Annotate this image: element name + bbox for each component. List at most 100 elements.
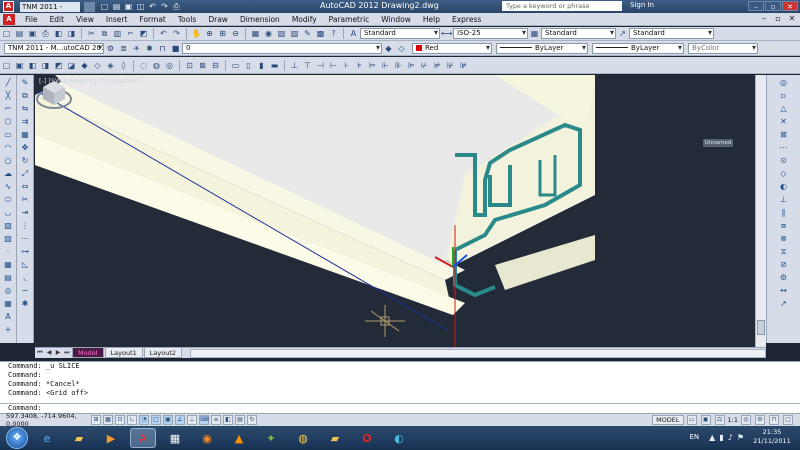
hidden-icon[interactable]: ▯ [243, 60, 254, 71]
vlc-icon[interactable]: ▲ [226, 428, 252, 448]
ucs-3point-icon[interactable]: ⊪ [393, 60, 404, 71]
mtext-icon[interactable]: A [3, 311, 14, 322]
close-icon[interactable]: ✕ [782, 1, 798, 11]
ucs-zaxis-icon[interactable]: ⊩ [380, 60, 391, 71]
free-orbit-icon[interactable]: ◍ [151, 60, 162, 71]
menu-view[interactable]: View [70, 15, 100, 24]
chamfer-icon[interactable]: ◺ [20, 259, 31, 270]
object-snap-tracking-icon[interactable]: ∠ [175, 415, 185, 425]
tab-layout1[interactable]: Layout1 [104, 348, 143, 358]
freeze-icon[interactable]: ✱ [144, 43, 155, 54]
menu-dimension[interactable]: Dimension [234, 15, 286, 24]
walk-icon[interactable]: ⊠ [197, 60, 208, 71]
snap-mode-icon[interactable]: ▦ [103, 415, 113, 425]
mirror-icon[interactable]: ⇋ [20, 103, 31, 114]
view-top-icon[interactable]: ▢ [1, 60, 12, 71]
tab-model[interactable]: Model [72, 348, 104, 358]
horizontal-scrollbar[interactable] [190, 348, 766, 358]
erase-icon[interactable]: ✎ [20, 77, 31, 88]
dynamic-ucs-icon[interactable]: ⊥ [187, 415, 197, 425]
ucs-menu-button[interactable]: Unnamed [703, 139, 733, 147]
viewcube-icon[interactable] [35, 75, 73, 113]
block-editor-icon[interactable]: ◩ [138, 28, 149, 39]
view-back-icon[interactable]: ◪ [66, 60, 77, 71]
blend-icon[interactable]: ∽ [20, 285, 31, 296]
media-app-icon[interactable]: ◐ [386, 428, 412, 448]
layer-previous-icon[interactable]: ◇ [396, 43, 407, 54]
extend-icon[interactable]: ⇥ [20, 207, 31, 218]
view-left-icon[interactable]: ◧ [27, 60, 38, 71]
start-button-icon[interactable]: ❖ [6, 427, 28, 449]
copy-object-icon[interactable]: ⧉ [20, 90, 31, 101]
fly-icon[interactable]: ⊟ [210, 60, 221, 71]
polyline-icon[interactable]: ⌐ [3, 103, 14, 114]
ucs-previous-icon[interactable]: ⊣ [315, 60, 326, 71]
layer-properties-icon[interactable]: ≣ [118, 43, 129, 54]
snap-insert-icon[interactable]: ⧈ [778, 220, 789, 231]
explorer-folder-icon[interactable]: ▰ [66, 428, 92, 448]
ucs-y-icon[interactable]: ⊬ [419, 60, 430, 71]
table-icon[interactable]: ▦ [3, 298, 14, 309]
ellipse-arc-icon[interactable]: ◡ [3, 207, 14, 218]
nw-iso-icon[interactable]: ◊ [118, 60, 129, 71]
selection-cycling-icon[interactable]: ↻ [247, 415, 257, 425]
zoom-realtime-icon[interactable]: ⊕ [204, 28, 215, 39]
menu-modify[interactable]: Modify [286, 15, 323, 24]
spline-icon[interactable]: ∿ [3, 181, 14, 192]
ucs-x-icon[interactable]: ⊫ [406, 60, 417, 71]
menu-express[interactable]: Express [446, 15, 487, 24]
tab-layout2[interactable]: Layout2 [143, 348, 182, 358]
snap-apparent-icon[interactable]: ⊠ [778, 129, 789, 140]
camera-icon[interactable]: ⊡ [184, 60, 195, 71]
new-icon[interactable]: ▢ [99, 2, 110, 12]
network-icon[interactable]: ▮ [719, 433, 723, 442]
menu-parametric[interactable]: Parametric [323, 15, 376, 24]
rotate-icon[interactable]: ↻ [20, 155, 31, 166]
folder-icon[interactable]: ▰ [322, 428, 348, 448]
annotation-scale-icon[interactable]: ⚖ [714, 415, 725, 425]
save-file-icon[interactable]: ▣ [27, 28, 38, 39]
object-snap-icon[interactable]: □ [151, 415, 161, 425]
doc-minimize-icon[interactable]: – [758, 14, 770, 24]
application-menu-icon[interactable]: A [3, 1, 14, 12]
osnap-settings-icon[interactable]: ⚙ [778, 272, 789, 283]
point-icon[interactable]: · [3, 246, 14, 257]
help-icon[interactable]: ? [328, 28, 339, 39]
snap-center-icon[interactable]: ⊙ [778, 155, 789, 166]
minimize-icon[interactable]: – [748, 1, 764, 11]
quick-properties-icon[interactable]: ▤ [235, 415, 245, 425]
ucs-object-icon[interactable]: ⊦ [341, 60, 352, 71]
mleader-icon[interactable]: ↗ [778, 298, 789, 309]
tab-next-icon[interactable]: ▶ [54, 349, 62, 357]
construction-line-icon[interactable]: ╳ [3, 90, 14, 101]
dimension-icon[interactable]: ↔ [778, 285, 789, 296]
ucs-world-icon[interactable]: ⊤ [302, 60, 313, 71]
model-space-button[interactable]: MODEL [652, 415, 684, 425]
trim-icon[interactable]: ✂ [20, 194, 31, 205]
workspace-switching-icon[interactable]: ⚙ [755, 415, 765, 425]
scrollbar-thumb[interactable] [757, 320, 765, 335]
snap-none-icon[interactable]: ⊘ [778, 259, 789, 270]
stretch-icon[interactable]: ⇔ [20, 181, 31, 192]
markup-icon[interactable]: ✎ [302, 28, 313, 39]
dim-style-icon[interactable]: ⟷ [441, 28, 452, 39]
offset-icon[interactable]: ⇉ [20, 116, 31, 127]
plot-icon[interactable]: ⎙ [171, 2, 182, 12]
add-selected-icon[interactable]: + [3, 324, 14, 335]
save-icon[interactable]: ▣ [123, 2, 134, 12]
mleader-style-icon[interactable]: ↗ [617, 28, 628, 39]
explode-icon[interactable]: ✱ [20, 298, 31, 309]
menu-help[interactable]: Help [417, 15, 446, 24]
plotstyle-select[interactable]: ByColor [688, 42, 758, 54]
ucs-z-icon[interactable]: ⊭ [432, 60, 443, 71]
lightbulb-icon[interactable]: ☀ [131, 43, 142, 54]
doc-close-icon[interactable]: ✕ [786, 14, 798, 24]
dim-style-select[interactable]: ISO-25 [453, 28, 528, 39]
continuous-orbit-icon[interactable]: ◎ [164, 60, 175, 71]
pdf-reader-icon[interactable]: ✪ [354, 428, 380, 448]
properties-icon[interactable]: ▦ [250, 28, 261, 39]
view-bottom-icon[interactable]: ▣ [14, 60, 25, 71]
revcloud-icon[interactable]: ☁ [3, 168, 14, 179]
color-square-icon[interactable]: ■ [170, 43, 181, 54]
menu-format[interactable]: Format [133, 15, 171, 24]
